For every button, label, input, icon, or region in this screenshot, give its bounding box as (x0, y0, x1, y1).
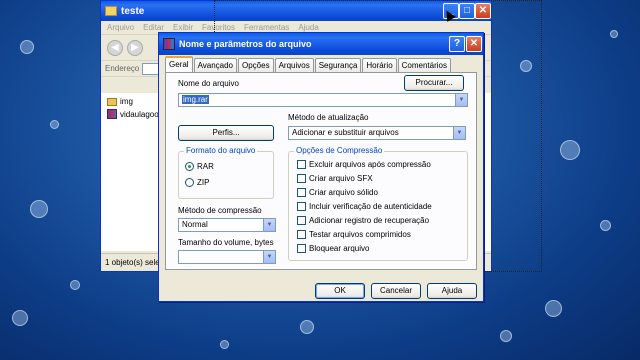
compression-method-select[interactable]: Normal ▼ (178, 218, 276, 232)
menu-exibir[interactable]: Exibir (173, 23, 193, 32)
folder-icon (107, 97, 117, 106)
radio-zip[interactable]: ZIP (185, 178, 209, 187)
address-label: Endereço (105, 64, 140, 73)
tab-geral[interactable]: Geral (165, 56, 193, 72)
chevron-down-icon[interactable]: ▼ (263, 219, 275, 231)
checkbox-icon (297, 202, 306, 211)
close-icon[interactable]: ✕ (466, 36, 482, 52)
ok-button[interactable]: OK (315, 283, 365, 299)
explorer-title: teste (121, 5, 145, 17)
checkbox-icon (297, 188, 306, 197)
format-group: Formato do arquivo RAR ZIP (178, 146, 274, 199)
compression-options-group: Opções de Compressão Excluir arquivos ap… (288, 146, 468, 261)
file-name: vidaulagoog (120, 109, 164, 119)
update-method-select[interactable]: Adicionar e substituir arquivos ▼ (288, 126, 466, 140)
chevron-down-icon[interactable]: ▼ (455, 94, 467, 106)
profiles-button[interactable]: Perfis... (178, 125, 274, 141)
maximize-icon[interactable]: □ (459, 3, 475, 19)
tab-seguranca[interactable]: Segurança (314, 58, 362, 72)
winrar-icon (163, 38, 175, 50)
archive-dialog: Nome e parâmetros do arquivo ? ✕ Geral A… (158, 32, 484, 302)
checkbox-recovery-record[interactable]: Adicionar registro de recuperação (297, 216, 429, 225)
checkbox-icon (297, 174, 306, 183)
checkbox-icon (297, 244, 306, 253)
checkbox-create-sfx[interactable]: Criar arquivo SFX (297, 174, 373, 183)
menu-ferramentas[interactable]: Ferramentas (244, 23, 289, 32)
compression-method-label: Método de compressão (178, 206, 262, 215)
checkbox-solid[interactable]: Criar arquivo sólido (297, 188, 378, 197)
dialog-title: Nome e parâmetros do arquivo (179, 39, 312, 49)
help-button[interactable]: Ajuda (427, 283, 477, 299)
list-item[interactable]: vidaulagoog (107, 109, 163, 119)
help-icon[interactable]: ? (449, 36, 465, 52)
checkbox-icon (297, 160, 306, 169)
tab-panel-geral: Nome do arquivo Procurar... img.rar ▼ Mé… (165, 72, 477, 270)
tab-comentarios[interactable]: Comentários (397, 58, 451, 72)
checkbox-authenticity[interactable]: Incluir verificação de autenticidade (297, 202, 432, 211)
checkbox-icon (297, 216, 306, 225)
radio-unselected-icon (185, 178, 194, 187)
folder-icon (105, 6, 117, 16)
cancel-button[interactable]: Cancelar (371, 283, 421, 299)
archive-name-label: Nome do arquivo (178, 79, 239, 88)
dialog-titlebar[interactable]: Nome e parâmetros do arquivo ? ✕ (159, 33, 483, 55)
tab-avancado[interactable]: Avançado (193, 58, 237, 72)
volume-size-select[interactable]: ▼ (178, 250, 276, 264)
archive-name-input[interactable]: img.rar ▼ (178, 93, 468, 107)
explorer-titlebar[interactable]: teste _ □ ✕ (101, 1, 491, 21)
tab-horario[interactable]: Horário (362, 58, 397, 72)
forward-arrow-icon[interactable]: ▶ (127, 39, 143, 56)
format-group-title: Formato do arquivo (184, 146, 258, 155)
options-group-title: Opções de Compressão (294, 146, 385, 155)
close-icon[interactable]: ✕ (475, 3, 491, 19)
checkbox-test-files[interactable]: Testar arquivos comprimidos (297, 230, 411, 239)
tab-opcoes[interactable]: Opções (238, 58, 274, 72)
tab-arquivos[interactable]: Arquivos (274, 58, 314, 72)
checkbox-icon (297, 230, 306, 239)
menu-arquivo[interactable]: Arquivo (107, 23, 134, 32)
menu-favoritos[interactable]: Favoritos (202, 23, 235, 32)
back-arrow-icon[interactable]: ◀ (107, 39, 123, 56)
winrar-archive-icon (107, 109, 117, 119)
browse-button[interactable]: Procurar... (404, 75, 464, 91)
checkbox-delete-after[interactable]: Excluir arquivos após compressão (297, 160, 431, 169)
tab-bar: Geral Avançado Opções Arquivos Segurança… (165, 56, 452, 72)
list-item[interactable]: img (107, 97, 133, 106)
checkbox-lock-archive[interactable]: Bloquear arquivo (297, 244, 369, 253)
file-name: img (120, 97, 133, 106)
chevron-down-icon[interactable]: ▼ (263, 251, 275, 263)
chevron-down-icon[interactable]: ▼ (453, 127, 465, 139)
menu-ajuda[interactable]: Ajuda (298, 23, 318, 32)
volume-size-label: Tamanho do volume, bytes (178, 238, 274, 247)
menu-editar[interactable]: Editar (143, 23, 164, 32)
radio-selected-icon (185, 162, 194, 171)
update-method-label: Método de atualização (288, 113, 369, 122)
radio-rar[interactable]: RAR (185, 162, 214, 171)
